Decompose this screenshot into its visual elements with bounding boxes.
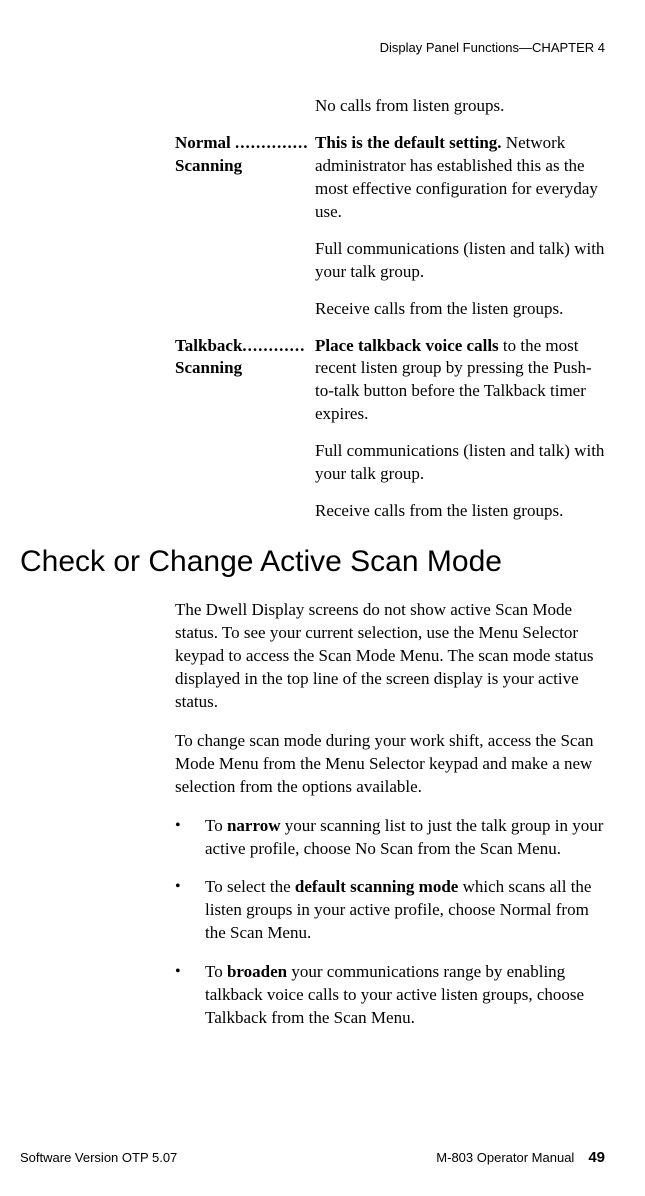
section-heading: Check or Change Active Scan Mode xyxy=(20,545,605,579)
prelim-text: No calls from listen groups. xyxy=(315,95,605,118)
definition-term: Talkback............ Scanning xyxy=(175,335,315,538)
page-footer: Software Version OTP 5.07 M-803 Operator… xyxy=(20,1149,605,1166)
header-text: Display Panel Functions—CHAPTER 4 xyxy=(380,40,605,55)
bullet-icon: • xyxy=(175,815,205,861)
bullet-icon: • xyxy=(175,961,205,1030)
def-paragraph: Receive calls from the listen groups. xyxy=(315,298,605,321)
def-paragraph: Receive calls from the listen groups. xyxy=(315,500,605,523)
content-block: No calls from listen groups. Normal ....… xyxy=(175,95,605,537)
list-item: • To broaden your communications range b… xyxy=(175,961,605,1030)
term-dots: ............ xyxy=(242,336,305,355)
bullet-icon: • xyxy=(175,876,205,945)
def-paragraph: Full communications (listen and talk) wi… xyxy=(315,238,605,284)
body-paragraph: To change scan mode during your work shi… xyxy=(175,730,605,799)
bullet-text: To select the default scanning mode whic… xyxy=(205,876,605,945)
term-line1: Talkback xyxy=(175,336,242,355)
body-paragraph: The Dwell Display screens do not show ac… xyxy=(175,599,605,714)
page-number: 49 xyxy=(588,1149,605,1166)
bold-text: default scanning mode xyxy=(295,877,458,896)
term-dots: .............. xyxy=(235,133,309,152)
def-paragraph: Full communications (listen and talk) wi… xyxy=(315,440,605,486)
def-paragraph: This is the default setting. Network adm… xyxy=(315,132,605,224)
footer-right: M-803 Operator Manual 49 xyxy=(436,1149,605,1166)
term-line1: Normal xyxy=(175,133,231,152)
def-paragraph: Place talkback voice calls to the most r… xyxy=(315,335,605,427)
bold-text: broaden xyxy=(227,962,287,981)
bullet-text: To broaden your communications range by … xyxy=(205,961,605,1030)
list-item: • To select the default scanning mode wh… xyxy=(175,876,605,945)
footer-manual-label: M-803 Operator Manual xyxy=(436,1150,574,1165)
term-line2: Scanning xyxy=(175,358,242,377)
definition-term: Normal .............. Scanning xyxy=(175,132,315,335)
term-line2: Scanning xyxy=(175,156,242,175)
page-header: Display Panel Functions—CHAPTER 4 xyxy=(20,40,605,55)
bold-text: Place talkback voice calls xyxy=(315,336,499,355)
definition-description: This is the default setting. Network adm… xyxy=(315,132,605,335)
list-item: • To narrow your scanning list to just t… xyxy=(175,815,605,861)
definition-talkback: Talkback............ Scanning Place talk… xyxy=(175,335,605,538)
footer-left: Software Version OTP 5.07 xyxy=(20,1150,177,1165)
bullet-list: • To narrow your scanning list to just t… xyxy=(175,815,605,1031)
definition-normal: Normal .............. Scanning This is t… xyxy=(175,132,605,335)
bold-text: narrow xyxy=(227,816,281,835)
body-text: The Dwell Display screens do not show ac… xyxy=(175,599,605,799)
bold-text: This is the default setting. xyxy=(315,133,502,152)
bullet-text: To narrow your scanning list to just the… xyxy=(205,815,605,861)
definition-description: Place talkback voice calls to the most r… xyxy=(315,335,605,538)
